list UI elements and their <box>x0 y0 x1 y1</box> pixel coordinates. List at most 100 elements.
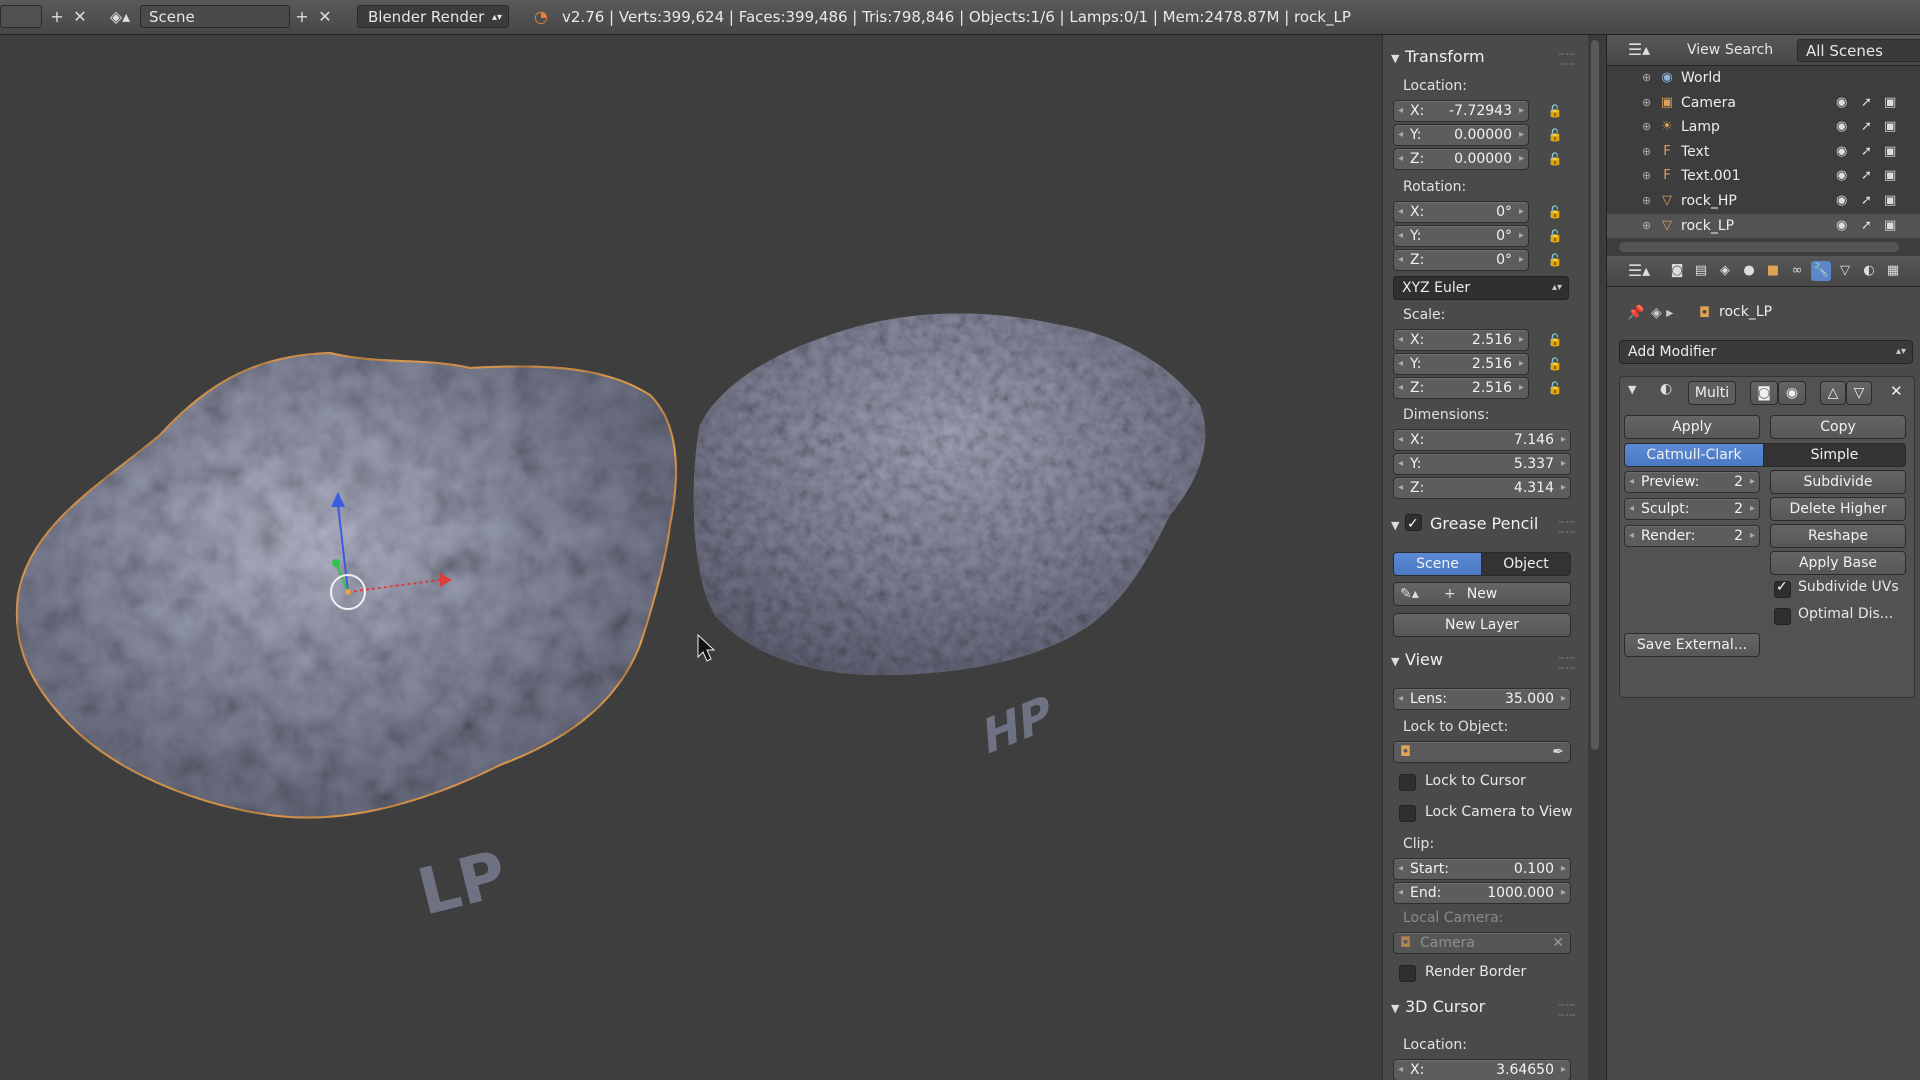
delete-scene-icon[interactable]: ✕ <box>313 5 337 28</box>
outliner-item[interactable]: ⊕ ▽ rock_LP ◉ ➚ ▣ <box>1607 213 1920 238</box>
renderable-camera-icon[interactable]: ▣ <box>1884 164 1896 188</box>
remove-modifier-icon[interactable]: ✕ <box>1890 382 1903 400</box>
subdivide-uvs-checkbox[interactable] <box>1774 579 1791 598</box>
rotation-mode-select[interactable]: XYZ Euler ▴▾ <box>1393 276 1569 300</box>
render-levels-field[interactable]: ◂ Render: 2 ▸ <box>1624 525 1760 547</box>
add-scene-icon[interactable]: + <box>290 5 314 28</box>
rock-hp-mesh[interactable] <box>693 313 1206 675</box>
data-tab-icon[interactable]: ▽ <box>1835 261 1855 281</box>
outliner-item[interactable]: ⊕ ▽ rock_HP ◉ ➚ ▣ <box>1607 189 1920 213</box>
cursor-panel-header[interactable]: ▼ 3D Cursor <box>1391 995 1485 1019</box>
location-x-field[interactable]: ◂ X: -7.72943 ▸ <box>1393 100 1529 122</box>
move-up-icon[interactable]: △ <box>1820 381 1846 405</box>
text-object-lp[interactable]: LP <box>411 838 514 931</box>
grease-pencil-scene-button[interactable]: Scene <box>1393 552 1482 576</box>
text-object-hp[interactable]: HP <box>982 684 1053 767</box>
dimensions-x-field[interactable]: ◂ X: 7.146 ▸ <box>1393 429 1571 451</box>
world-tab-icon[interactable]: ● <box>1739 261 1759 281</box>
editor-type-icon[interactable]: ☰▴ <box>1621 259 1657 282</box>
sculpt-levels-field[interactable]: ◂ Sculpt: 2 ▸ <box>1624 498 1760 520</box>
outliner-item[interactable]: ⊕ F Text ◉ ➚ ▣ <box>1607 140 1920 164</box>
renderable-camera-icon[interactable]: ▣ <box>1884 189 1896 213</box>
visibility-eye-icon[interactable]: ◉ <box>1836 214 1847 238</box>
lock-icon[interactable]: 🔓 <box>1543 378 1567 398</box>
lock-icon[interactable]: 🔓 <box>1543 354 1567 374</box>
expand-icon[interactable]: ⊕ <box>1642 164 1651 188</box>
viewport-canvas[interactable]: LP HP <box>0 35 1380 1080</box>
scene-name-field[interactable]: Scene <box>140 5 290 28</box>
lock-icon[interactable]: 🔓 <box>1543 250 1567 270</box>
lock-icon[interactable]: 🔓 <box>1543 149 1567 169</box>
selectable-cursor-icon[interactable]: ➚ <box>1861 91 1872 115</box>
add-modifier-select[interactable]: Add Modifier ▴▾ <box>1619 340 1913 364</box>
dimensions-y-field[interactable]: ◂ Y: 5.337 ▸ <box>1393 453 1571 475</box>
outliner-item[interactable]: ⊕ F Text.001 ◉ ➚ ▣ <box>1607 164 1920 188</box>
expand-icon[interactable]: ⊕ <box>1642 189 1651 213</box>
lock-icon[interactable]: 🔓 <box>1543 202 1567 222</box>
visibility-eye-icon[interactable]: ◉ <box>1836 140 1847 164</box>
subdivide-button[interactable]: Subdivide <box>1770 470 1906 494</box>
renderable-camera-icon[interactable]: ▣ <box>1884 91 1896 115</box>
modifier-name-field[interactable]: Multi <box>1688 381 1736 405</box>
grease-pencil-new-button[interactable]: ✎▴ + New <box>1393 582 1571 606</box>
save-external-button[interactable]: Save External... <box>1624 633 1760 657</box>
location-y-field[interactable]: ◂ Y: 0.00000 ▸ <box>1393 124 1529 146</box>
scene-browse-icon[interactable]: ◈▴ <box>102 5 138 28</box>
collapse-triangle-icon[interactable]: ▼ <box>1628 383 1636 396</box>
lens-field[interactable]: ◂ Lens: 35.000 ▸ <box>1393 688 1571 710</box>
rotation-z-field[interactable]: ◂ Z: 0° ▸ <box>1393 249 1529 271</box>
expand-icon[interactable]: ⊕ <box>1642 115 1651 139</box>
visibility-eye-icon[interactable]: ◉ <box>1836 91 1847 115</box>
material-tab-icon[interactable]: ◐ <box>1859 261 1879 281</box>
panel-grip-icon[interactable] <box>1559 53 1575 65</box>
renderable-camera-icon[interactable]: ▣ <box>1884 214 1896 238</box>
cursor-x-field[interactable]: ◂ X: 3.64650 ▸ <box>1393 1059 1571 1080</box>
lock-icon[interactable]: 🔓 <box>1543 330 1567 350</box>
rotation-y-field[interactable]: ◂ Y: 0° ▸ <box>1393 225 1529 247</box>
show-render-icon[interactable]: ◙ <box>1750 381 1778 405</box>
grease-pencil-panel-header[interactable]: ▼ Grease Pencil <box>1391 512 1538 536</box>
new-layer-button[interactable]: New Layer <box>1393 613 1571 637</box>
scale-x-field[interactable]: ◂ X: 2.516 ▸ <box>1393 329 1529 351</box>
lock-icon[interactable]: 🔓 <box>1543 226 1567 246</box>
selectable-cursor-icon[interactable]: ➚ <box>1861 115 1872 139</box>
lock-to-object-field[interactable]: ◘ ✒ <box>1393 741 1571 763</box>
lock-icon[interactable]: 🔓 <box>1543 101 1567 121</box>
expand-icon[interactable]: ⊕ <box>1642 91 1651 115</box>
constraints-tab-icon[interactable]: ∞ <box>1787 261 1807 281</box>
outliner-view-menu[interactable]: View <box>1687 35 1720 65</box>
renderable-camera-icon[interactable]: ▣ <box>1884 115 1896 139</box>
lock-to-cursor-checkbox[interactable] <box>1399 774 1416 791</box>
outliner-item[interactable]: ⊕ ▣ Camera ◉ ➚ ▣ <box>1607 91 1920 115</box>
editor-type-icon[interactable]: ☰▴ <box>1621 38 1657 61</box>
pin-icon[interactable]: 📌 <box>1627 305 1644 321</box>
scene-tab-icon[interactable]: ◈ <box>1715 261 1735 281</box>
visibility-eye-icon[interactable]: ◉ <box>1836 164 1847 188</box>
eyedropper-icon[interactable]: ✒ <box>1552 742 1564 762</box>
visibility-eye-icon[interactable]: ◉ <box>1836 189 1847 213</box>
screen-selector[interactable] <box>0 5 42 28</box>
display-mode-select[interactable]: All Scenes <box>1797 39 1920 62</box>
expand-icon[interactable]: ⊕ <box>1642 214 1651 238</box>
panel-grip-icon[interactable] <box>1559 1004 1575 1016</box>
close-screen-icon[interactable]: ✕ <box>68 5 92 28</box>
outliner-hscrollbar[interactable] <box>1619 242 1899 252</box>
delete-higher-button[interactable]: Delete Higher <box>1770 497 1906 521</box>
panel-grip-icon[interactable] <box>1559 657 1575 669</box>
outliner-search-menu[interactable]: Search <box>1725 35 1773 65</box>
render-tab-icon[interactable]: ◙ <box>1667 261 1687 281</box>
render-layers-tab-icon[interactable]: ▤ <box>1691 261 1711 281</box>
clip-start-field[interactable]: ◂ Start: 0.100 ▸ <box>1393 858 1571 880</box>
reshape-button[interactable]: Reshape <box>1770 524 1906 548</box>
selectable-cursor-icon[interactable]: ➚ <box>1861 140 1872 164</box>
apply-button[interactable]: Apply <box>1624 415 1760 439</box>
renderable-camera-icon[interactable]: ▣ <box>1884 140 1896 164</box>
scale-y-field[interactable]: ◂ Y: 2.516 ▸ <box>1393 353 1529 375</box>
copy-button[interactable]: Copy <box>1770 415 1906 439</box>
apply-base-button[interactable]: Apply Base <box>1770 551 1906 575</box>
lock-camera-to-view-checkbox[interactable] <box>1399 805 1416 822</box>
render-border-checkbox[interactable] <box>1399 965 1416 982</box>
3d-viewport[interactable]: LP HP <box>0 35 1380 1080</box>
lock-icon[interactable]: 🔓 <box>1543 125 1567 145</box>
expand-icon[interactable]: ⊕ <box>1642 66 1651 90</box>
